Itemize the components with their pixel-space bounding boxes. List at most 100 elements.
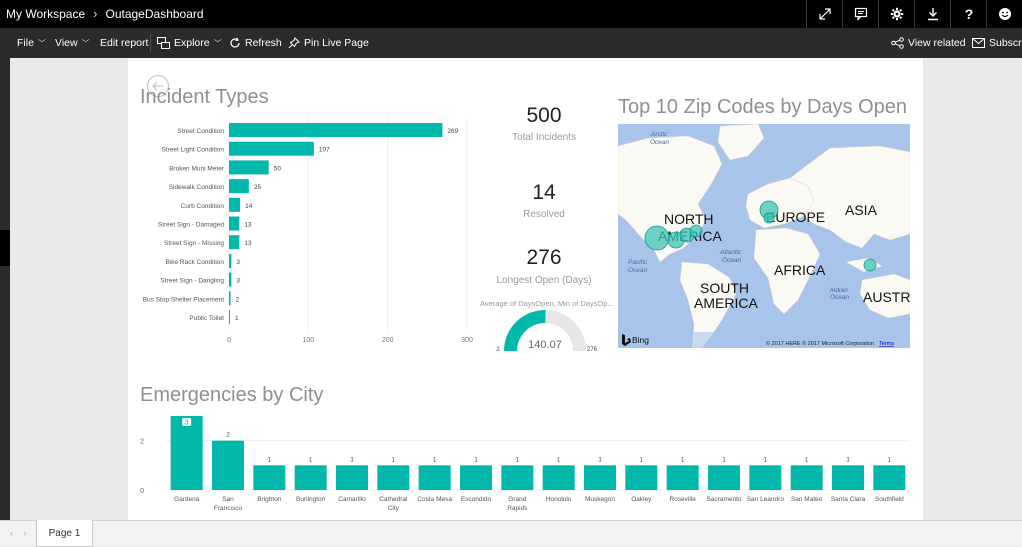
file-label: File <box>17 37 34 49</box>
incident-bar[interactable] <box>229 197 241 212</box>
city-bar[interactable] <box>253 465 286 490</box>
bar-value-label: 1 <box>640 456 644 463</box>
bar-value-label: 107 <box>319 147 330 154</box>
map-bubble[interactable] <box>763 212 775 224</box>
smiley-icon[interactable] <box>986 0 1022 28</box>
pin-icon <box>288 37 300 49</box>
refresh-button[interactable]: Refresh <box>229 37 282 49</box>
bar-value-label: 1 <box>474 456 478 463</box>
city-bar[interactable] <box>749 465 782 490</box>
help-icon[interactable]: ? <box>950 0 986 28</box>
city-bar[interactable] <box>666 465 699 490</box>
city-bar[interactable] <box>625 465 658 490</box>
report-canvas: Incident Types 0 100 200 300 Street Conditio… <box>128 58 923 520</box>
pacific-label: Pacific <box>628 259 648 266</box>
expand-icon[interactable] <box>806 0 842 28</box>
incident-bar[interactable] <box>229 235 240 250</box>
bar-value-label: 1 <box>805 456 809 463</box>
city-label: Southfield <box>875 496 904 503</box>
incident-bar[interactable] <box>229 310 230 324</box>
map-bubble[interactable] <box>689 224 703 238</box>
explore-menu[interactable]: Explore ﹀ <box>157 37 222 49</box>
bar-value-label: 1 <box>350 456 354 463</box>
mail-icon <box>972 38 985 48</box>
city-bar[interactable] <box>873 465 906 490</box>
city-label: Camarillo <box>338 496 366 503</box>
city-label: Honolulu <box>546 496 572 503</box>
incident-types-title: Incident Types <box>140 86 269 108</box>
file-menu[interactable]: File ﹀ <box>17 37 46 49</box>
map-bubble[interactable] <box>863 258 877 272</box>
map-terms-link[interactable]: Terms <box>879 341 894 347</box>
bar-value-label: 1 <box>846 456 850 463</box>
days-open-gauge[interactable]: 140.07 2 276 <box>492 310 602 352</box>
city-bar[interactable] <box>418 465 451 490</box>
bar-value-label: 13 <box>244 240 252 247</box>
city-bar[interactable] <box>377 465 410 490</box>
city-label: City <box>388 505 400 512</box>
toolbar-divider <box>150 34 151 52</box>
view-menu[interactable]: View ﹀ <box>55 37 90 49</box>
category-label: Street Sign - Damaged <box>158 222 225 229</box>
incident-bar[interactable] <box>229 141 314 156</box>
incident-bar[interactable] <box>229 291 231 306</box>
workspace-link[interactable]: My Workspace <box>6 7 85 21</box>
gauge-max: 276 <box>587 347 598 352</box>
city-bar[interactable] <box>584 465 616 490</box>
incident-bar[interactable] <box>229 253 232 268</box>
city-bar[interactable] <box>170 416 203 490</box>
chevron-right-icon: › <box>93 6 98 21</box>
comment-icon[interactable] <box>842 0 878 28</box>
page-nav-arrows[interactable]: ‹ › <box>10 528 31 538</box>
incident-types-chart[interactable]: 0 100 200 300 Street Condition 269 Street Ligh… <box>128 118 478 350</box>
bar-value-label: 50 <box>274 165 282 172</box>
incident-bar[interactable] <box>229 123 443 137</box>
total-incidents-label: Total Incidents <box>512 132 576 143</box>
pin-live-page-button[interactable]: Pin Live Page <box>288 37 369 49</box>
pacific-label-2: Ocean <box>628 267 648 274</box>
gear-icon[interactable] <box>878 0 914 28</box>
city-bar[interactable] <box>294 465 327 490</box>
pin-live-label: Pin Live Page <box>304 37 369 49</box>
tab-page-1[interactable]: Page 1 <box>36 520 93 547</box>
edit-report-label: Edit report <box>100 37 149 49</box>
page-bar: ‹ › Page 1 <box>0 520 1022 547</box>
city-bar[interactable] <box>790 465 823 490</box>
zip-code-map[interactable]: Arctic Ocean Atlantic Ocean Pacific Ocea… <box>618 124 910 348</box>
incident-bar[interactable] <box>229 179 249 194</box>
incident-bar[interactable] <box>229 160 269 175</box>
category-label: Curb Condition <box>181 203 225 210</box>
australia-label: AUSTRA <box>863 289 910 305</box>
incident-bar[interactable] <box>229 216 240 231</box>
resolved-value: 14 <box>532 181 556 204</box>
bar-value-label: 13 <box>244 222 252 229</box>
related-icon <box>891 37 904 49</box>
asia-label: ASIA <box>845 202 878 218</box>
city-bar[interactable] <box>708 465 740 490</box>
city-label: Santa Clara <box>831 496 866 503</box>
city-bar[interactable] <box>212 440 244 490</box>
incident-bar[interactable] <box>229 272 232 287</box>
city-label: Muskegon <box>585 496 615 503</box>
city-bar[interactable] <box>542 465 575 490</box>
city-bar[interactable] <box>832 465 864 490</box>
bar-value-label: 3 <box>236 259 240 266</box>
bar-value-label: 1 <box>557 456 561 463</box>
edit-report-button[interactable]: Edit report <box>100 37 148 49</box>
city-bar[interactable] <box>501 465 534 490</box>
map-bubble[interactable] <box>644 225 670 251</box>
refresh-label: Refresh <box>245 37 282 49</box>
download-icon[interactable] <box>914 0 950 28</box>
view-related-button[interactable]: View related <box>891 37 966 49</box>
city-label: San Leandro <box>747 496 785 503</box>
city-bar[interactable] <box>336 465 368 490</box>
longest-open-label: Longest Open (Days) <box>496 275 592 286</box>
city-label: San Mateo <box>791 496 823 503</box>
bar-value-label: 1 <box>722 456 726 463</box>
emergencies-by-city-chart[interactable]: 0 2 3 Gardena 2 San Francisco 1 Brighton 1 Burling… <box>128 408 923 520</box>
bar-value-label: 25 <box>254 184 262 191</box>
subscribe-button[interactable]: Subscrib <box>972 37 1022 49</box>
bar-value-label: 1 <box>764 456 768 463</box>
city-bar[interactable] <box>460 465 492 490</box>
emergencies-title: Emergencies by City <box>140 384 324 406</box>
